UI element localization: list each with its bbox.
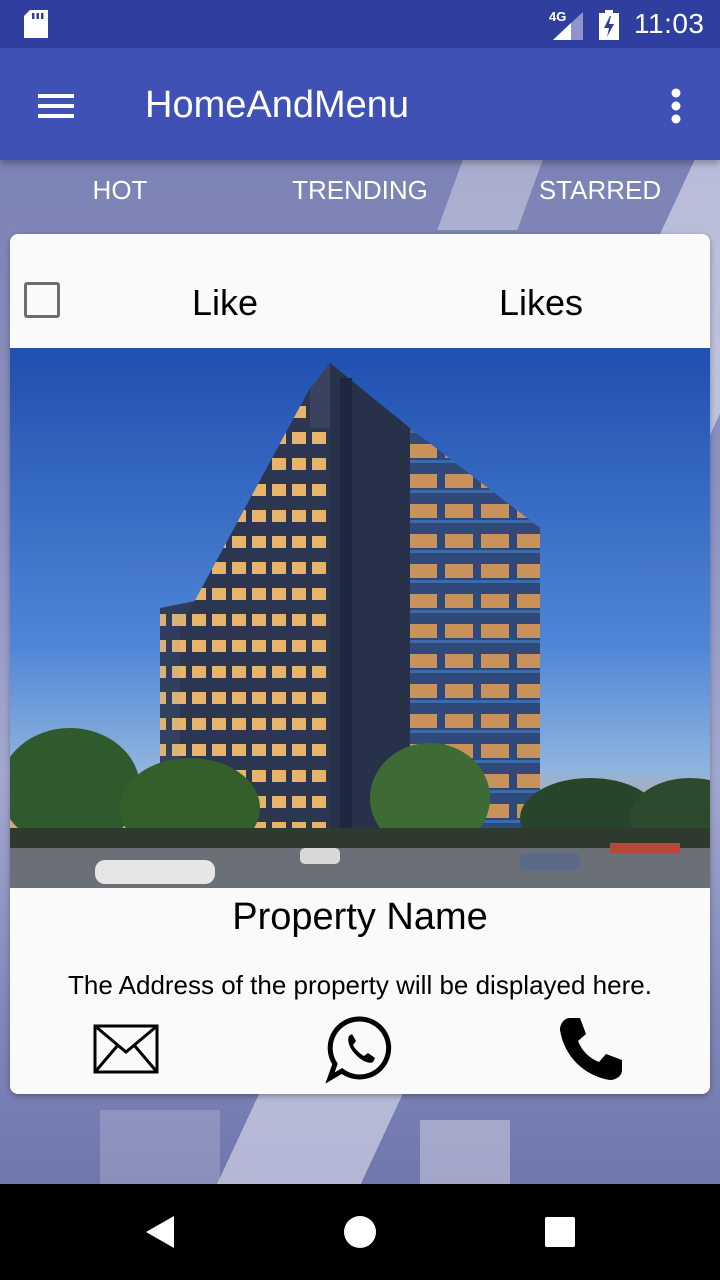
battery-charging-icon: [599, 10, 619, 40]
property-image: [10, 348, 710, 888]
navigation-bar: [0, 1184, 720, 1280]
menu-icon[interactable]: [28, 78, 84, 134]
likes-count-label: Likes: [499, 282, 584, 323]
property-card[interactable]: Like Likes Property Name The Address of …: [10, 234, 710, 1094]
clock: 11:03: [634, 8, 705, 39]
whatsapp-icon[interactable]: [325, 1014, 395, 1084]
tab-trending[interactable]: TRENDING: [270, 170, 450, 210]
recents-icon[interactable]: [530, 1204, 590, 1260]
status-bar: 4G 11:03: [0, 0, 720, 48]
phone-icon[interactable]: [556, 1014, 626, 1084]
app-bar: HomeAndMenu: [0, 48, 720, 160]
content-area: HOT TRENDING STARRED Like Likes Property…: [0, 160, 720, 1184]
mail-icon[interactable]: [92, 1014, 162, 1084]
property-name: Property Name: [232, 896, 488, 938]
sd-card-icon: [24, 10, 48, 38]
app-title: HomeAndMenu: [145, 84, 410, 126]
back-icon[interactable]: [130, 1204, 190, 1260]
more-options-icon[interactable]: [656, 78, 696, 134]
like-label: Like: [192, 282, 259, 323]
background-building-shape: [100, 1110, 220, 1184]
tab-hot[interactable]: HOT: [40, 170, 200, 210]
tab-starred[interactable]: STARRED: [520, 170, 680, 210]
background-building-shape: [420, 1120, 510, 1184]
property-address: The Address of the property will be disp…: [68, 970, 652, 1000]
home-icon[interactable]: [330, 1204, 390, 1260]
signal-icon: [553, 12, 583, 40]
like-checkbox[interactable]: [24, 282, 60, 318]
